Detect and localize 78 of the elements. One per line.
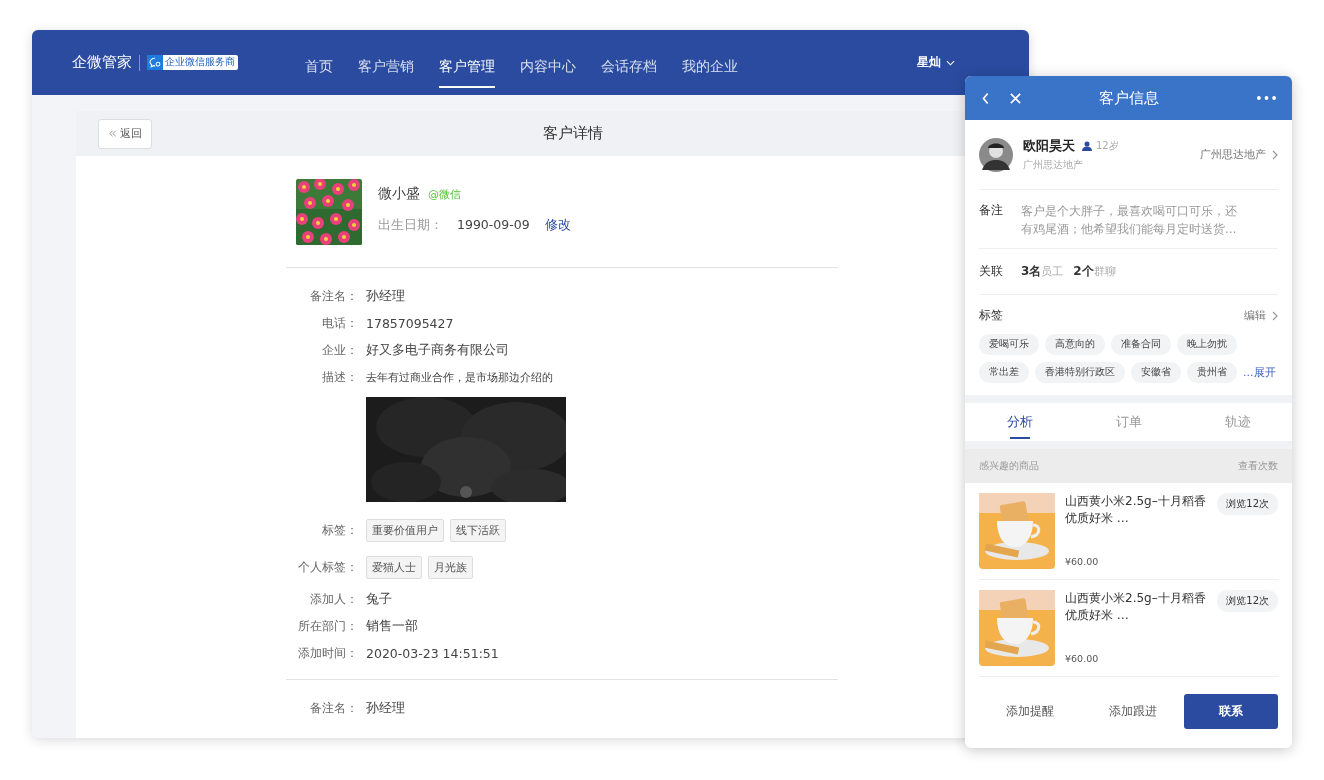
- nav-tab[interactable]: 内容中心: [520, 37, 576, 88]
- edit-tags-link[interactable]: 编辑: [1244, 308, 1278, 323]
- more-icon[interactable]: [1257, 96, 1276, 100]
- tag-chip: 安徽省: [1131, 362, 1181, 383]
- double-chevron-left-icon: [108, 129, 117, 138]
- nav-tab[interactable]: 会话存档: [601, 37, 657, 88]
- tag: 重要价值用户: [366, 519, 444, 542]
- field-label: 备注名：: [309, 700, 358, 717]
- view-count-badge: 浏览12次: [1217, 590, 1278, 612]
- tag: 月光族: [428, 556, 473, 579]
- field-label: 企业：: [321, 342, 358, 359]
- tag-chip: 贵州省: [1187, 362, 1237, 383]
- back-button[interactable]: 返回: [98, 118, 152, 149]
- tag-chip: 准备合同: [1111, 334, 1171, 355]
- tag: 线下活跃: [450, 519, 506, 542]
- field-label: 备注名：: [309, 288, 358, 305]
- field-value: 2020-03-23 14:51:51: [366, 646, 499, 661]
- list-header-title: 感兴趣的商品: [979, 459, 1039, 473]
- action-button[interactable]: 联系: [1184, 694, 1278, 729]
- brand-name: 企微管家: [72, 53, 132, 72]
- nav-tab[interactable]: 我的企业: [682, 37, 738, 88]
- edit-link[interactable]: 修改: [544, 217, 571, 234]
- field-label: 添加时间：: [297, 645, 358, 662]
- badge-label: 企业微信服务商: [165, 56, 235, 69]
- nav-tab[interactable]: 客户管理: [439, 37, 495, 88]
- tag-chip: 爱喝可乐: [979, 334, 1039, 355]
- tag-chip: 常出差: [979, 362, 1029, 383]
- relation-count: 3名员工: [1021, 263, 1064, 280]
- chevron-right-icon: [1272, 149, 1278, 160]
- panel-title: 客户信息: [1098, 88, 1159, 108]
- field-label: 标签：: [321, 522, 358, 539]
- view-count-badge: 浏览12次: [1217, 493, 1278, 515]
- tag-chip: 香港特别行政区: [1035, 362, 1125, 383]
- chevron-right-icon: [1272, 310, 1278, 321]
- relation-label: 关联: [979, 263, 1004, 280]
- field-label: 添加人：: [309, 591, 358, 608]
- field-label: 个人标签：: [297, 559, 358, 576]
- company-name: 广州思达地产: [1023, 158, 1084, 172]
- note-label: 备注: [979, 202, 1004, 219]
- field-label: 所在部门：: [297, 618, 358, 635]
- note-text: 客户是个大胖子，最喜欢喝可口可乐，还有鸡尾酒；他希望我们能每月定时送货…: [1021, 203, 1238, 238]
- relation-count: 2个群聊: [1073, 263, 1116, 280]
- nav-tab[interactable]: 客户营销: [358, 37, 414, 88]
- expand-link[interactable]: …展开: [1243, 365, 1276, 380]
- source-tag: @微信: [428, 187, 461, 202]
- product-name: 山西黄小米2.5g–十月稻香优质好米 …: [1065, 590, 1207, 624]
- field-value: 销售一部: [366, 618, 418, 635]
- field-value: 17857095427: [366, 316, 454, 331]
- chevron-down-icon: [946, 59, 955, 66]
- customer-name: 微小盛: [378, 185, 420, 203]
- close-icon[interactable]: [1009, 91, 1022, 105]
- nav-tab[interactable]: 首页: [305, 37, 333, 88]
- birth-date: 1990-09-09: [457, 217, 530, 232]
- field-value: 孙经理: [366, 288, 405, 305]
- tag-chip: 晚上勿扰: [1177, 334, 1237, 355]
- product-price: ¥60.00: [1065, 556, 1100, 567]
- panel-tab[interactable]: 分析: [965, 403, 1074, 441]
- action-button[interactable]: 添加跟进: [1081, 694, 1184, 729]
- product-name: 山西黄小米2.5g–十月稻香优质好米 …: [1065, 493, 1207, 527]
- field-label: 电话：: [321, 315, 358, 332]
- action-button[interactable]: 添加提醒: [979, 694, 1082, 729]
- description-text: 去年有过商业合作，是市场那边介绍的: [366, 370, 553, 385]
- age-label: 12岁: [1096, 139, 1119, 153]
- tag: 爱猫人士: [366, 556, 422, 579]
- birth-label: 出生日期：: [378, 217, 444, 234]
- field-value: 好又多电子商务有限公司: [366, 342, 509, 359]
- person-icon: [1082, 141, 1092, 151]
- user-menu[interactable]: 星灿: [917, 54, 955, 71]
- field-value: 孙经理: [366, 700, 405, 717]
- product-price: ¥60.00: [1065, 653, 1100, 664]
- company-link[interactable]: 广州思达地产: [1200, 147, 1278, 162]
- page-title: 客户详情: [542, 124, 603, 143]
- tags-label: 标签: [979, 307, 1004, 324]
- contact-name: 欧阳昊天: [1023, 137, 1075, 155]
- field-value: 兔子: [366, 591, 392, 608]
- list-header-label: 查看次数: [1238, 459, 1278, 473]
- tag-chip: 高意向的: [1045, 334, 1105, 355]
- field-label: 描述：: [321, 369, 358, 386]
